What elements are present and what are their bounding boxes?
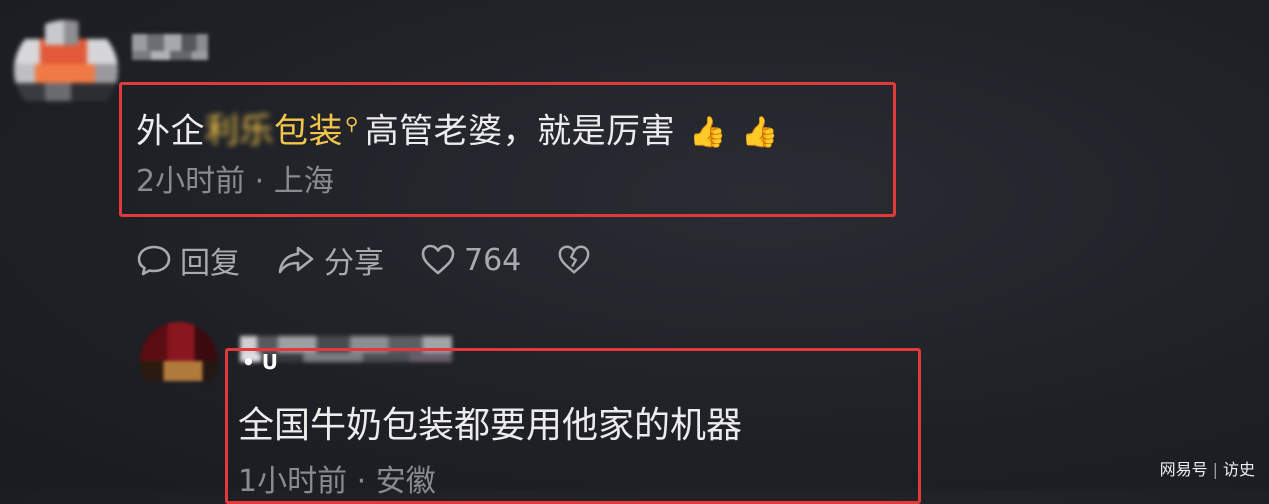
reply-label: 回复: [180, 246, 240, 281]
watermark: 网易号 | 访史: [1159, 460, 1255, 479]
watermark-author: 访史: [1222, 460, 1255, 479]
share-button[interactable]: 分享: [276, 238, 384, 282]
share-label: 分享: [324, 246, 384, 281]
like-count: 764: [464, 242, 522, 278]
avatar[interactable]: [140, 322, 218, 400]
share-arrow-icon: [278, 246, 314, 274]
watermark-brand: 网易号: [1159, 460, 1208, 479]
username-pixelated[interactable]: [132, 34, 208, 68]
highlight-box: [119, 82, 896, 217]
like-button[interactable]: 764: [420, 242, 521, 278]
reply-button[interactable]: 回复: [136, 238, 240, 282]
comment-actions: 回复 分享 764: [136, 236, 635, 284]
broken-heart-icon: [558, 245, 590, 274]
highlight-box: [225, 348, 921, 504]
avatar[interactable]: [14, 20, 118, 120]
comment-bubble-icon: [137, 245, 171, 276]
heart-icon: [421, 244, 455, 275]
dislike-button[interactable]: [557, 243, 599, 277]
